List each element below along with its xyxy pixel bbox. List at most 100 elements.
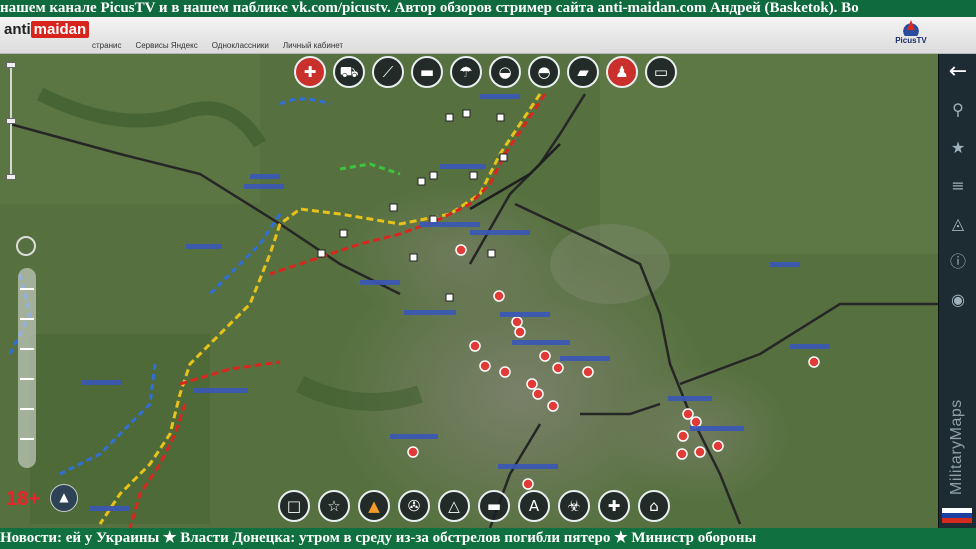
medical-icon[interactable]: ✚ bbox=[294, 56, 326, 88]
altitude-scale[interactable] bbox=[18, 268, 36, 468]
medical-marker[interactable] bbox=[547, 400, 559, 412]
unit-marker[interactable] bbox=[417, 177, 426, 186]
bookmark-item[interactable]: Сервисы Яндекс bbox=[135, 41, 197, 50]
medical-marker[interactable] bbox=[522, 478, 534, 490]
place-label bbox=[498, 464, 558, 469]
menu-icon[interactable]: ≡ bbox=[946, 174, 970, 198]
place-label bbox=[470, 230, 530, 235]
top-ticker-text: нашем канале PicusTV и в нашем паблике v… bbox=[0, 0, 859, 16]
globe-icon[interactable]: ◉ bbox=[946, 288, 970, 312]
place-label bbox=[82, 380, 122, 385]
unit-marker[interactable] bbox=[429, 215, 438, 224]
military-maps-label: MilitaryMaps bbox=[948, 399, 965, 495]
picus-emblem-icon bbox=[898, 20, 924, 36]
triangle-icon[interactable]: △ bbox=[438, 490, 470, 522]
place-label bbox=[194, 388, 248, 393]
medical-marker[interactable] bbox=[552, 362, 564, 374]
back-arrow-icon[interactable]: ← bbox=[946, 60, 970, 84]
bunker-icon[interactable]: ⌂ bbox=[638, 490, 670, 522]
unit-marker[interactable] bbox=[389, 203, 398, 212]
medical-marker[interactable] bbox=[808, 356, 820, 368]
medical-cross-icon[interactable]: ✚ bbox=[598, 490, 630, 522]
scale-tick bbox=[20, 348, 34, 350]
unit-marker[interactable] bbox=[445, 113, 454, 122]
medical-marker[interactable] bbox=[455, 244, 467, 256]
place-label bbox=[250, 174, 280, 179]
unit-marker[interactable] bbox=[445, 293, 454, 302]
channel-logo: PicusTV bbox=[886, 20, 936, 54]
star-icon[interactable]: ☆ bbox=[318, 490, 350, 522]
soldier-icon[interactable]: ♟ bbox=[606, 56, 638, 88]
unit-marker[interactable] bbox=[496, 113, 505, 122]
medical-marker[interactable] bbox=[493, 290, 505, 302]
place-label bbox=[390, 434, 438, 439]
zoom-control[interactable] bbox=[6, 56, 16, 186]
zoom-slider-handle[interactable] bbox=[6, 118, 16, 124]
wrench-icon[interactable]: ✇ bbox=[398, 490, 430, 522]
satellite-map[interactable] bbox=[0, 54, 938, 528]
paratrooper-icon[interactable]: ☂ bbox=[450, 56, 482, 88]
unit-marker[interactable] bbox=[317, 249, 326, 258]
star-icon[interactable]: ★ bbox=[946, 136, 970, 160]
medical-marker[interactable] bbox=[526, 378, 538, 390]
top-news-ticker: нашем канале PicusTV и в нашем паблике v… bbox=[0, 0, 976, 17]
unit-marker[interactable] bbox=[487, 249, 496, 258]
self-propelled-gun-icon[interactable]: ▰ bbox=[567, 56, 599, 88]
minus-icon[interactable]: ▬ bbox=[478, 490, 510, 522]
car-icon[interactable]: ⛟ bbox=[333, 56, 365, 88]
info-icon[interactable]: ⓘ bbox=[946, 250, 970, 274]
scale-tick bbox=[20, 378, 34, 380]
medical-marker[interactable] bbox=[582, 366, 594, 378]
place-label bbox=[770, 262, 800, 267]
russian-flag-icon bbox=[942, 508, 972, 523]
biohazard-icon[interactable]: ☣ bbox=[558, 490, 590, 522]
medical-marker[interactable] bbox=[676, 448, 688, 460]
zoom-out-button[interactable] bbox=[6, 174, 16, 180]
square-icon[interactable]: □ bbox=[278, 490, 310, 522]
medical-marker[interactable] bbox=[539, 350, 551, 362]
medical-marker[interactable] bbox=[499, 366, 511, 378]
navigation-icon[interactable]: ▲ bbox=[50, 484, 78, 512]
site-logo[interactable]: anti maidan bbox=[4, 20, 90, 38]
medical-marker[interactable] bbox=[677, 430, 689, 442]
place-label bbox=[668, 396, 712, 401]
letter-a-icon[interactable]: A bbox=[518, 490, 550, 522]
medical-marker[interactable] bbox=[479, 360, 491, 372]
medical-marker[interactable] bbox=[712, 440, 724, 452]
place-label bbox=[440, 164, 486, 169]
unit-marker[interactable] bbox=[339, 229, 348, 238]
place-label bbox=[90, 506, 130, 511]
fire-icon[interactable]: ▲ bbox=[358, 490, 390, 522]
medical-marker[interactable] bbox=[690, 416, 702, 428]
armored-vehicle-icon[interactable]: ▭ bbox=[645, 56, 677, 88]
bookmark-item[interactable]: Личный кабинет bbox=[283, 41, 343, 50]
scale-tick bbox=[20, 408, 34, 410]
scale-tick bbox=[20, 318, 34, 320]
zoom-in-button[interactable] bbox=[6, 62, 16, 68]
medical-marker[interactable] bbox=[682, 408, 694, 420]
medical-marker[interactable] bbox=[469, 340, 481, 352]
location-pin-icon[interactable]: ⚲ bbox=[946, 98, 970, 122]
tank-icon[interactable]: ◒ bbox=[489, 56, 521, 88]
medical-marker[interactable] bbox=[694, 446, 706, 458]
medical-marker[interactable] bbox=[407, 446, 419, 458]
triangle-icon[interactable]: ◬ bbox=[946, 212, 970, 236]
unit-marker[interactable] bbox=[429, 171, 438, 180]
place-label bbox=[186, 244, 222, 249]
bookmark-item[interactable]: Одноклассники bbox=[212, 41, 269, 50]
unit-marker[interactable] bbox=[409, 253, 418, 262]
medical-marker[interactable] bbox=[514, 326, 526, 338]
unit-marker[interactable] bbox=[469, 171, 478, 180]
artillery-icon[interactable]: ⟋ bbox=[372, 56, 404, 88]
age-rating: 18+ bbox=[6, 488, 40, 510]
logo-part2: maidan bbox=[30, 20, 90, 38]
place-label bbox=[480, 94, 520, 99]
medical-marker[interactable] bbox=[511, 316, 523, 328]
unit-marker[interactable] bbox=[499, 153, 508, 162]
medical-marker[interactable] bbox=[532, 388, 544, 400]
compass-icon[interactable] bbox=[16, 236, 36, 256]
bookmark-item[interactable]: странис bbox=[92, 41, 121, 50]
tank-icon[interactable]: ◓ bbox=[528, 56, 560, 88]
apc-icon[interactable]: ▬ bbox=[411, 56, 443, 88]
unit-marker[interactable] bbox=[462, 109, 471, 118]
